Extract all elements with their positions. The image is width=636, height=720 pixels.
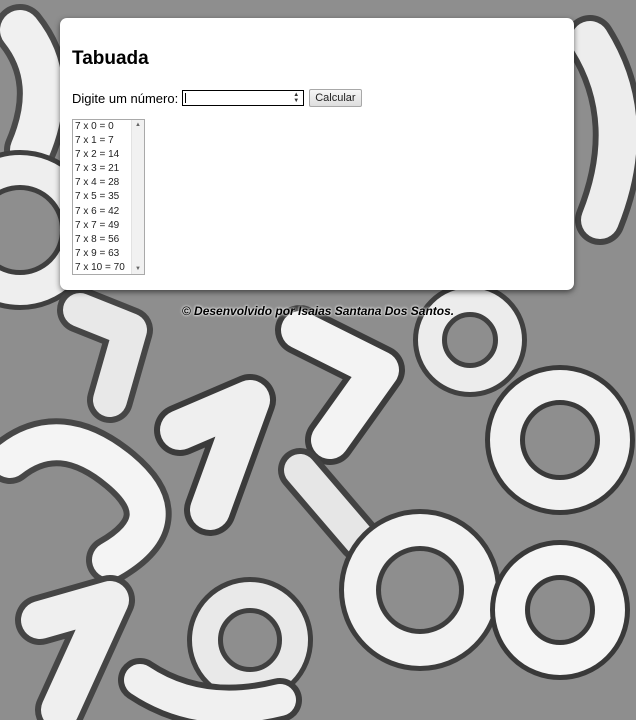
page-title: Tabuada <box>72 48 149 69</box>
text-caret <box>185 93 187 103</box>
spinner-icon[interactable]: ▲ ▼ <box>291 92 301 104</box>
number-label: Digite um número: <box>72 90 179 106</box>
spinner-down-icon[interactable]: ▼ <box>293 98 299 104</box>
footer-credit: © Desenvolvido por Isaias Santana Dos Sa… <box>181 304 455 318</box>
number-form: Digite um número: ▲ ▼ Calcular <box>72 88 362 108</box>
scroll-down-icon[interactable]: ▼ <box>132 264 144 274</box>
scroll-up-icon[interactable]: ▲ <box>132 120 144 130</box>
results-listbox[interactable]: 7 x 0 = 0 7 x 1 = 7 7 x 2 = 14 7 x 3 = 2… <box>72 119 145 275</box>
number-input[interactable]: ▲ ▼ <box>182 90 305 106</box>
list-scrollbar[interactable]: ▲ ▼ <box>131 120 144 274</box>
tabuada-card: Tabuada Digite um número: ▲ ▼ Calcular 7… <box>60 18 574 290</box>
calculate-button[interactable]: Calcular <box>309 89 362 107</box>
